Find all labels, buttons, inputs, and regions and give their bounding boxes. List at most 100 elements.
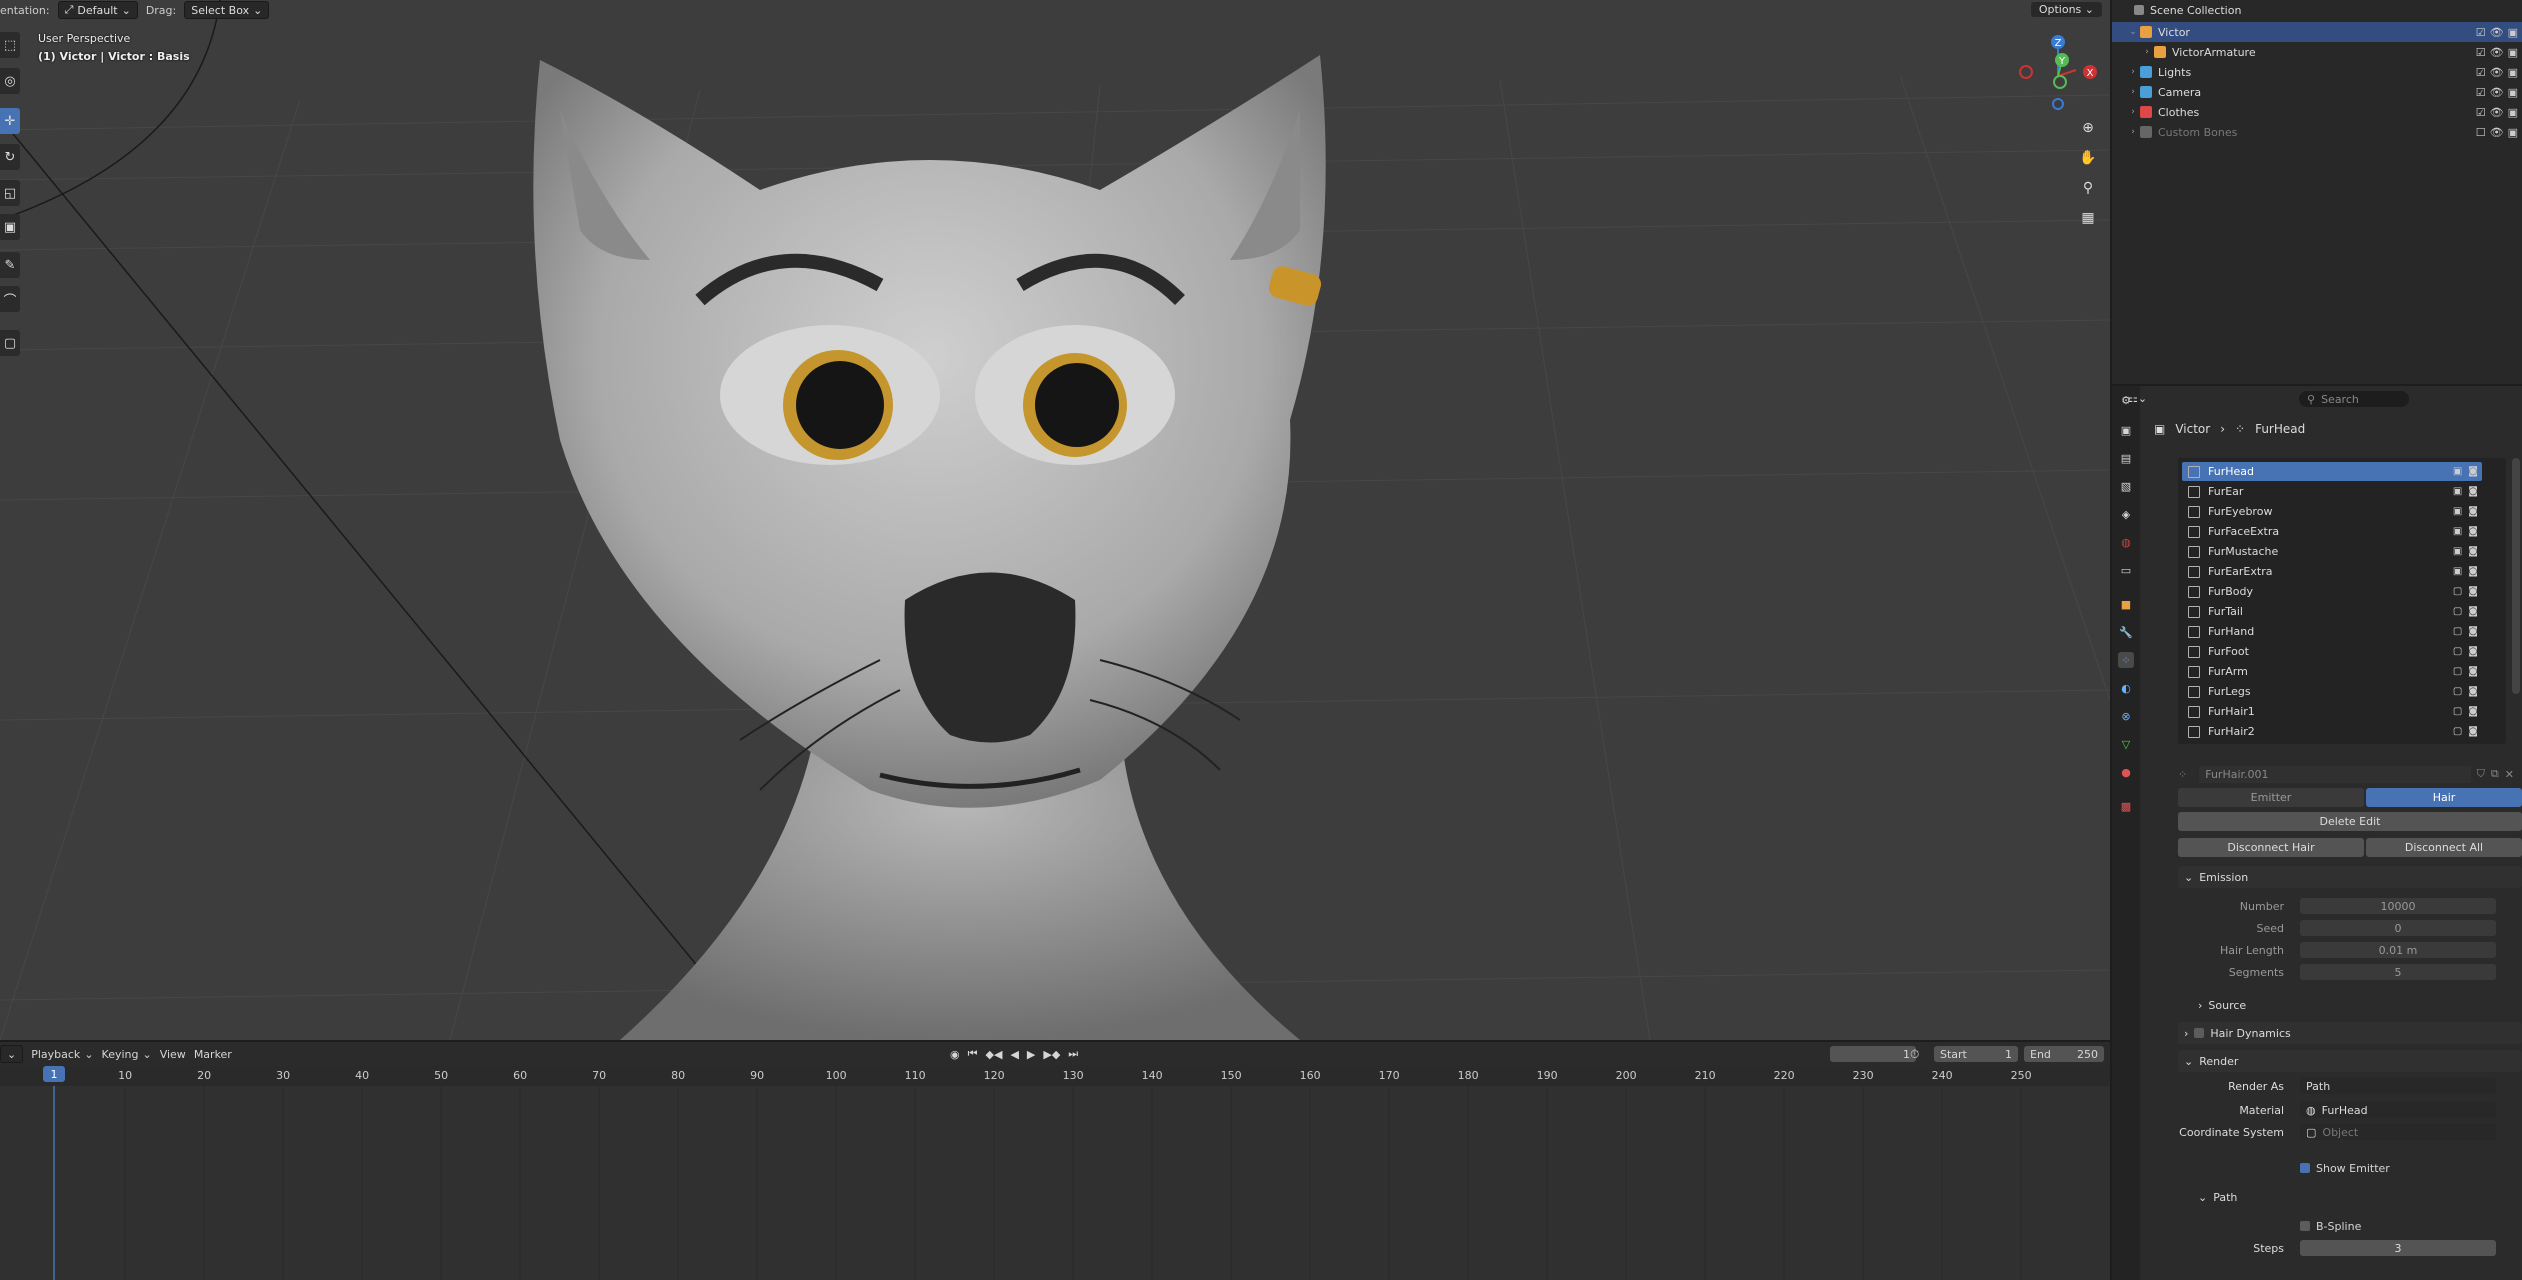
measure-tool[interactable]: ⌒	[0, 286, 20, 312]
viewport-display-icon[interactable]: ▣	[2453, 486, 2462, 497]
scale-tool[interactable]: ◱	[0, 180, 20, 206]
exclude-checkbox[interactable]: ☑	[2476, 106, 2486, 119]
render-camera-icon[interactable]: ◙	[2468, 666, 2478, 677]
particle-system-item[interactable]: FurTail ▢ ◙	[2182, 602, 2482, 621]
exclude-checkbox[interactable]: ☑	[2476, 66, 2486, 79]
render-camera-icon[interactable]: ▣	[2508, 106, 2518, 119]
settings-name[interactable]: FurHair.001	[2199, 765, 2471, 783]
render-camera-icon[interactable]: ◙	[2468, 626, 2478, 637]
viewport-display-icon[interactable]: ▢	[2453, 606, 2462, 617]
output-tab[interactable]: ▤	[2118, 450, 2134, 466]
annotate-tool[interactable]: ✎	[0, 252, 20, 278]
properties-search[interactable]: ⚲ Search	[2299, 391, 2409, 407]
particle-system-item[interactable]: FurArm ▢ ◙	[2182, 662, 2482, 681]
render-tab[interactable]: ▣	[2118, 422, 2134, 438]
editor-type-dropdown[interactable]: ⌄	[0, 1045, 24, 1063]
outliner-row-camera[interactable]: › Camera ☑ 👁 ▣	[2112, 82, 2522, 102]
viewport-display-icon[interactable]: ▢	[2453, 666, 2462, 677]
path-subpanel-header[interactable]: ⌄ Path	[2192, 1186, 2522, 1208]
select-box-tool[interactable]: ⬚	[0, 32, 20, 58]
viewport-display-icon[interactable]: ▢	[2453, 646, 2462, 657]
steps-field[interactable]: 3	[2300, 1240, 2496, 1256]
prev-keyframe-icon[interactable]: ◆◀	[986, 1048, 1003, 1061]
keying-menu[interactable]: Keying ⌄	[102, 1048, 152, 1061]
chevron-right-icon[interactable]: ›	[2140, 47, 2154, 57]
particle-system-item[interactable]: FurFaceExtra ▣ ◙	[2182, 522, 2482, 541]
settings-selector[interactable]: ⁘ FurHair.001 ⛉ ⧉ ✕	[2178, 764, 2514, 784]
viewport-display-icon[interactable]: ▣	[2453, 566, 2462, 577]
viewport-display-icon[interactable]: ▢	[2453, 726, 2462, 737]
particle-system-item[interactable]: FurHand ▢ ◙	[2182, 622, 2482, 641]
particle-system-item[interactable]: FurEar ▣ ◙	[2182, 482, 2482, 501]
particle-system-item[interactable]: FurEyebrow ▣ ◙	[2182, 502, 2482, 521]
chevron-down-icon[interactable]: ⌄	[2126, 27, 2140, 37]
disconnect-hair-button[interactable]: Disconnect Hair	[2178, 838, 2364, 857]
next-keyframe-icon[interactable]: ▶◆	[1043, 1048, 1060, 1061]
3d-viewport[interactable]: entation: ⤢ Default ⌄ Drag: Select Box ⌄ Op…	[0, 0, 2110, 1040]
render-camera-icon[interactable]: ▣	[2508, 126, 2518, 139]
particle-system-item[interactable]: FurBody ▢ ◙	[2182, 582, 2482, 601]
camera-view-button[interactable]: ⚲	[2076, 176, 2100, 200]
chevron-right-icon[interactable]: ›	[2126, 67, 2140, 77]
hair-tab-button[interactable]: Hair	[2366, 788, 2522, 807]
hair-dynamics-panel-header[interactable]: › Hair Dynamics	[2178, 1022, 2522, 1044]
render-camera-icon[interactable]: ▣	[2508, 26, 2518, 39]
render-camera-icon[interactable]: ◙	[2468, 486, 2478, 497]
particle-system-item[interactable]: FurFoot ▢ ◙	[2182, 642, 2482, 661]
exclude-checkbox[interactable]: ☑	[2476, 26, 2486, 39]
playback-menu[interactable]: Playback ⌄	[31, 1048, 93, 1061]
coordinate-system-field[interactable]: ▢ Object	[2300, 1124, 2496, 1140]
timeline-editor[interactable]: ⌄ Playback ⌄ Keying ⌄ View Marker ◉ ⏮ ◆◀ ◀…	[0, 1042, 2110, 1280]
properties-editor[interactable]: ⚙ ▣ ▤ ▧ ◈ ◍ ▭ ■ 🔧 ⁘ ◐ ⊗ ▽ ● ▩ ⚏⌄ ⚲ Search…	[2112, 386, 2522, 1280]
texture-tab[interactable]: ▩	[2118, 798, 2134, 814]
render-camera-icon[interactable]: ◙	[2468, 606, 2478, 617]
particle-systems-list[interactable]: FurHead ▣ ◙ FurEar ▣ ◙ FurEyebrow ▣ ◙ FurFaceExtr…	[2178, 458, 2506, 744]
viewport-display-icon[interactable]: ▢	[2453, 586, 2462, 597]
emission-panel-header[interactable]: ⌄ Emission	[2178, 866, 2522, 888]
segments-field[interactable]: 5	[2300, 964, 2496, 980]
render-camera-icon[interactable]: ▣	[2508, 66, 2518, 79]
viewport-display-icon[interactable]: ▢	[2453, 706, 2462, 717]
drag-dropdown[interactable]: Select Box ⌄	[184, 1, 270, 19]
frame-ruler[interactable]: 10 20 30 40 50 60 70 80 90 100 110 120 130 140 150 160 1…	[0, 1066, 2110, 1086]
viewport-display-icon[interactable]: ▢	[2453, 626, 2462, 637]
render-camera-icon[interactable]: ◙	[2468, 726, 2478, 737]
rotate-tool[interactable]: ↻	[0, 144, 20, 170]
ortho-toggle-button[interactable]: ▦	[2076, 206, 2100, 230]
add-cube-tool[interactable]: ▢	[0, 330, 20, 356]
outliner-row-victor-armature[interactable]: › VictorArmature ☑ 👁 ▣	[2112, 42, 2522, 62]
exclude-checkbox[interactable]: ☐	[2476, 126, 2486, 139]
particle-system-item[interactable]: FurHead ▣ ◙	[2182, 462, 2482, 481]
particle-system-item[interactable]: FurLegs ▢ ◙	[2182, 682, 2482, 701]
viewport-display-icon[interactable]: ▢	[2453, 686, 2462, 697]
physics-tab[interactable]: ◐	[2118, 680, 2134, 696]
play-reverse-icon[interactable]: ◀	[1010, 1048, 1018, 1061]
viewport-display-icon[interactable]: ▣	[2453, 546, 2462, 557]
outliner-row-victor[interactable]: ⌄ Victor ☑ 👁 ▣	[2112, 22, 2522, 42]
chevron-right-icon[interactable]: ›	[2126, 127, 2140, 137]
list-scrollbar[interactable]	[2512, 458, 2520, 694]
show-emitter-row[interactable]: Show Emitter	[2300, 1160, 2390, 1176]
bspline-row[interactable]: B-Spline	[2300, 1218, 2361, 1234]
view-layer-tab[interactable]: ▧	[2118, 478, 2134, 494]
outliner-row-clothes[interactable]: › Clothes ☑ 👁 ▣	[2112, 102, 2522, 122]
chevron-right-icon[interactable]: ›	[2126, 87, 2140, 97]
outliner[interactable]: Scene Collection ⌄ Victor ☑ 👁 ▣ › VictorArmatu…	[2112, 0, 2522, 384]
render-camera-icon[interactable]: ◙	[2468, 706, 2478, 717]
render-camera-icon[interactable]: ◙	[2468, 646, 2478, 657]
render-camera-icon[interactable]: ◙	[2468, 686, 2478, 697]
emitter-tab-button[interactable]: Emitter	[2178, 788, 2364, 807]
end-frame-field[interactable]: End 250	[2024, 1046, 2104, 1062]
particle-system-item[interactable]: FurEarExtra ▣ ◙	[2182, 562, 2482, 581]
eye-icon[interactable]: 👁	[2490, 26, 2504, 39]
outliner-row-lights[interactable]: › Lights ☑ 👁 ▣	[2112, 62, 2522, 82]
collection-tab[interactable]: ▭	[2118, 562, 2134, 578]
bspline-checkbox[interactable]	[2300, 1221, 2310, 1231]
move-tool[interactable]: ✛	[0, 108, 20, 134]
view-menu[interactable]: View	[160, 1048, 186, 1061]
viewport-display-icon[interactable]: ▣	[2453, 466, 2462, 477]
material-tab[interactable]: ●	[2118, 764, 2134, 780]
particle-system-item[interactable]: FurHair1 ▢ ◙	[2182, 702, 2482, 721]
render-camera-icon[interactable]: ◙	[2468, 546, 2478, 557]
modifier-tab[interactable]: 🔧	[2118, 624, 2134, 640]
